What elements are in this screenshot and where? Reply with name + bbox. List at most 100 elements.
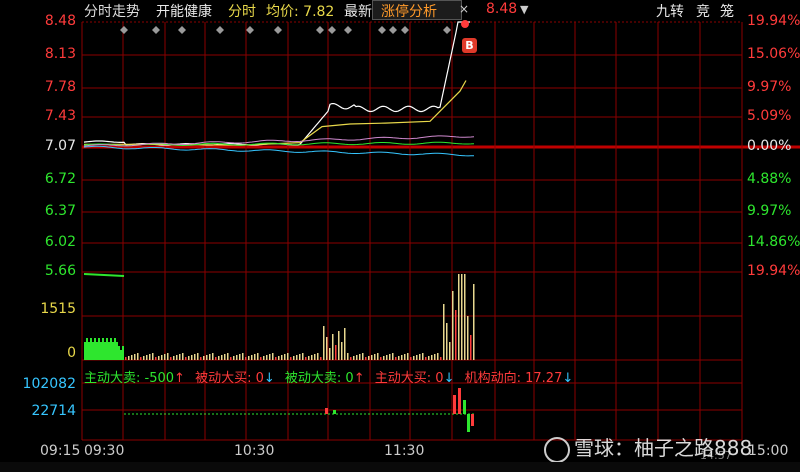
volume-bar [419, 354, 421, 360]
time-label-0930: 09:30 [84, 443, 125, 459]
flow-axis-mid: 22714 [31, 403, 76, 419]
flow-bar [458, 388, 461, 414]
volume-bar [350, 357, 352, 360]
volume-bar [431, 355, 433, 360]
bottom-tab-strip[interactable] [0, 462, 800, 472]
price-axis-label: 7.07 [44, 138, 76, 154]
indicator-arrow-icon: ↓ [443, 371, 455, 386]
volume-bar [452, 291, 454, 360]
volume-bar [218, 356, 220, 360]
volume-bar [434, 354, 436, 360]
volume-bar [413, 356, 415, 360]
indicator-arrow-icon: ↑ [353, 371, 365, 386]
event-diamond-icon [120, 26, 128, 34]
watermark: 雪球：柚子之路888 [544, 432, 752, 463]
volume-bar [110, 338, 112, 360]
volume-bar [140, 357, 142, 360]
volume-bar [197, 353, 199, 360]
volume-bar [344, 328, 346, 360]
volume-bar [88, 342, 90, 360]
volume-bar [173, 356, 175, 360]
volume-bar [311, 355, 313, 360]
volume-bar [353, 356, 355, 360]
volume-bar [320, 357, 322, 360]
event-diamond-icon [443, 26, 451, 34]
volume-bar [176, 355, 178, 360]
volume-bar [152, 353, 154, 360]
volume-bar [209, 354, 211, 360]
volume-bar [143, 356, 145, 360]
volume-bar [449, 342, 451, 360]
volume-bar [326, 337, 328, 360]
volume-bar [227, 353, 229, 360]
volume-bar [188, 356, 190, 360]
volume-bar [131, 355, 133, 360]
snowball-logo-icon [544, 436, 570, 463]
indicator-active-buy: 主动大买: 0↓ [374, 371, 455, 386]
volume-bar [114, 338, 116, 360]
volume-bar [257, 353, 259, 360]
pct-axis-label: 9.97% [747, 203, 792, 219]
volume-bar [458, 274, 460, 360]
event-diamond-icon [274, 26, 282, 34]
volume-bar [299, 354, 301, 360]
volume-bar [137, 353, 139, 360]
volume-axis-mid: 1515 [40, 301, 76, 317]
pct-axis-label: 0.00% [747, 138, 792, 154]
volume-bar [104, 342, 106, 360]
chart-canvas[interactable] [0, 0, 800, 472]
volume-bar [94, 338, 96, 360]
volume-bar [374, 354, 376, 360]
time-label-1030: 10:30 [234, 443, 275, 459]
volume-bar [146, 355, 148, 360]
volume-bar [200, 357, 202, 360]
indicator-passive-buy: 被动大买: 0↓ [195, 371, 275, 386]
volume-bar [440, 357, 442, 360]
volume-bar [239, 354, 241, 360]
event-diamond-icon [216, 26, 224, 34]
price-lines [83, 21, 475, 157]
volume-bar [377, 353, 379, 360]
volume-bar [410, 357, 412, 360]
event-diamond-icon [246, 26, 254, 34]
flow-axis-top: 102082 [22, 376, 76, 392]
volume-bar [392, 353, 394, 360]
flow-bar [471, 414, 474, 426]
volume-bar [122, 346, 124, 360]
volume-bar [296, 355, 298, 360]
flow-bar [453, 395, 456, 414]
price-axis-label: 5.66 [44, 263, 76, 279]
price-axis-label: 6.37 [44, 203, 76, 219]
volume-bar [164, 354, 166, 360]
volume-bar [233, 356, 235, 360]
buy-marker[interactable]: B [462, 38, 477, 53]
volume-bar [102, 338, 104, 360]
pct-axis-label: 4.88% [747, 171, 792, 187]
volume-bar [398, 356, 400, 360]
volume-bar [185, 357, 187, 360]
volume-bar [323, 326, 325, 360]
flow-bar [333, 410, 336, 414]
volume-bar [305, 357, 307, 360]
volume-bar [407, 353, 409, 360]
volume-bar [167, 353, 169, 360]
volume-bar [254, 354, 256, 360]
event-diamond-icon [378, 26, 386, 34]
volume-bar [278, 356, 280, 360]
volume-bar [98, 338, 100, 360]
volume-bar [230, 357, 232, 360]
volume-bar [100, 342, 102, 360]
volume-bar [335, 345, 337, 360]
volume-bar [290, 357, 292, 360]
volume-bar [106, 338, 108, 360]
volume-bar [470, 335, 472, 360]
volume-bar [383, 356, 385, 360]
event-diamond-icon [328, 26, 336, 34]
volume-bar [275, 357, 277, 360]
price-axis-label: 7.78 [44, 79, 76, 95]
volume-bar [380, 357, 382, 360]
volume-bar [356, 355, 358, 360]
volume-bar [269, 354, 271, 360]
volume-bar [347, 353, 349, 360]
volume-bar [422, 353, 424, 360]
